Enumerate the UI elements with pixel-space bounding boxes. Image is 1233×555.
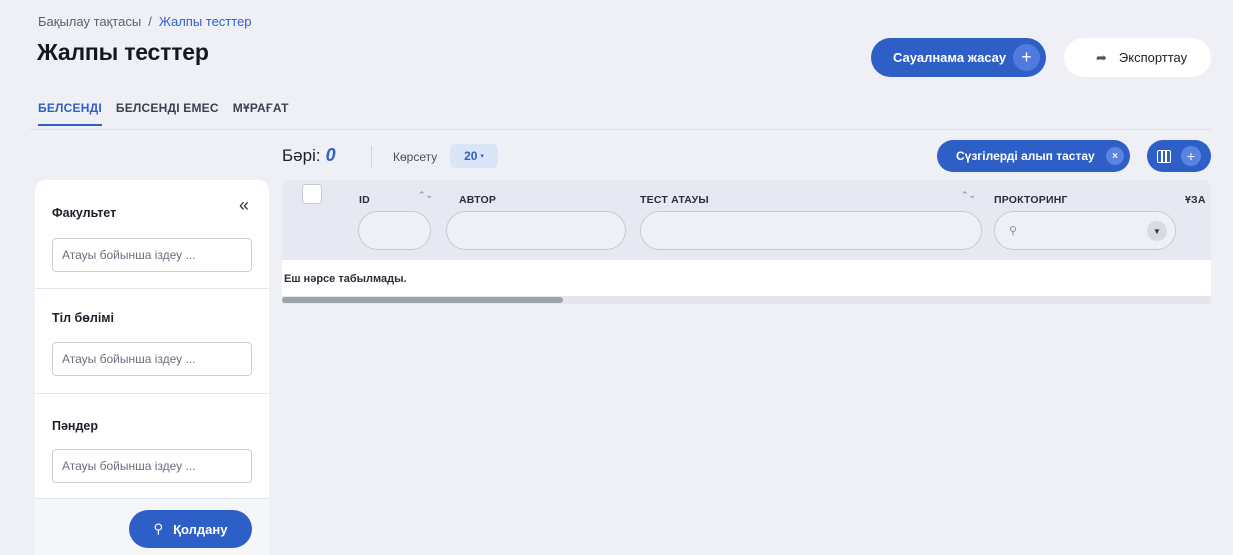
horizontal-scrollbar[interactable] xyxy=(282,296,1211,304)
clear-filters-label: Сүзгілерді алып тастау xyxy=(956,149,1095,163)
columns-button[interactable]: + xyxy=(1147,140,1211,172)
tests-table: ID ⌃⌄ АВТОР ТЕСТ АТАУЫ ⌃⌄ ПРОКТОРИНГ ҰЗА… xyxy=(282,180,1211,304)
language-search-input[interactable]: Атауы бойынша іздеу ... xyxy=(52,342,252,376)
breadcrumb-separator: / xyxy=(148,14,152,29)
filter-title: Тіл бөлімі xyxy=(52,311,115,325)
dropdown-icon[interactable]: ▼ xyxy=(1147,221,1167,241)
tabs-divider xyxy=(30,129,1211,130)
proctoring-filter-select[interactable]: ⚲ ▼ xyxy=(994,211,1176,250)
caret-down-icon: ▾ xyxy=(480,153,484,160)
filter-sidebar: Факультет « Атауы бойынша іздеу ... Тіл … xyxy=(35,180,269,555)
collapse-icon[interactable]: « xyxy=(239,195,249,216)
create-survey-label: Сауалнама жасау xyxy=(893,50,1007,65)
page-title: Жалпы тесттер xyxy=(37,39,209,65)
sort-icon[interactable]: ⌃⌄ xyxy=(961,191,976,200)
plus-icon: + xyxy=(1013,44,1040,71)
share-arrow-icon: ➦ xyxy=(1096,49,1107,65)
filter-subjects: Пәндер Атауы бойынша іздеу ... xyxy=(35,394,269,499)
close-icon: × xyxy=(1106,147,1124,165)
columns-icon xyxy=(1157,149,1171,163)
filter-language-department: Тіл бөлімі Атауы бойынша іздеу ... xyxy=(35,289,269,394)
column-header-test-name[interactable]: ТЕСТ АТАУЫ xyxy=(640,194,709,206)
scrollbar-thumb[interactable] xyxy=(282,297,563,303)
tab-active[interactable]: БЕЛСЕНДІ xyxy=(38,101,102,126)
create-survey-button[interactable]: Сауалнама жасау + xyxy=(871,38,1046,77)
filter-faculty: Факультет « Атауы бойынша іздеу ... xyxy=(35,180,269,289)
search-icon: ⚲ xyxy=(153,521,164,536)
export-label: Экспорттау xyxy=(1118,50,1188,65)
total-count: 0 xyxy=(325,145,336,165)
tab-archive[interactable]: МҰРАҒАТ xyxy=(233,101,289,126)
breadcrumb-current[interactable]: Жалпы тесттер xyxy=(159,14,252,29)
column-header-duration[interactable]: ҰЗА xyxy=(1185,194,1206,206)
total-label: Бәрі: xyxy=(282,146,321,165)
plus-icon: + xyxy=(1181,146,1201,166)
export-button[interactable]: ➦ Экспорттау xyxy=(1064,38,1211,77)
toolbar-divider xyxy=(371,146,372,168)
table-header: ID ⌃⌄ АВТОР ТЕСТ АТАУЫ ⌃⌄ ПРОКТОРИНГ ҰЗА… xyxy=(282,180,1211,259)
apply-button[interactable]: ⚲ Қолдану xyxy=(129,510,252,548)
show-label: Көрсету xyxy=(393,150,438,164)
filter-title: Пәндер xyxy=(52,419,99,433)
sort-icon[interactable]: ⌃⌄ xyxy=(418,191,433,200)
column-header-author[interactable]: АВТОР xyxy=(459,194,496,206)
apply-label: Қолдану xyxy=(173,521,228,537)
search-icon: ⚲ xyxy=(1009,225,1018,237)
status-tabs: БЕЛСЕНДІ БЕЛСЕНДІ ЕМЕС МҰРАҒАТ xyxy=(38,101,289,126)
column-header-id[interactable]: ID xyxy=(359,194,370,206)
empty-state-row: Еш нәрсе табылмады. xyxy=(282,259,1211,296)
faculty-search-input[interactable]: Атауы бойынша іздеу ... xyxy=(52,238,252,272)
filter-title: Факультет xyxy=(52,206,117,220)
page-size-value: 20 xyxy=(464,149,478,163)
column-header-proctoring[interactable]: ПРОКТОРИНГ xyxy=(994,194,1068,206)
author-filter-input[interactable] xyxy=(446,211,626,250)
page-size-select[interactable]: 20 ▾ xyxy=(450,144,498,168)
test-name-filter-input[interactable] xyxy=(640,211,982,250)
select-all-checkbox[interactable] xyxy=(302,184,322,204)
sidebar-footer: ⚲ Қолдану xyxy=(35,498,269,555)
subjects-search-input[interactable]: Атауы бойынша іздеу ... xyxy=(52,449,252,483)
breadcrumb: Бақылау тақтасы / Жалпы тесттер xyxy=(38,14,252,29)
clear-filters-button[interactable]: Сүзгілерді алып тастау × xyxy=(937,140,1130,172)
breadcrumb-parent-link[interactable]: Бақылау тақтасы xyxy=(38,14,141,29)
tab-inactive[interactable]: БЕЛСЕНДІ ЕМЕС xyxy=(116,101,219,126)
id-filter-input[interactable] xyxy=(358,211,431,250)
total-counter: Бәрі: 0 xyxy=(282,145,336,166)
